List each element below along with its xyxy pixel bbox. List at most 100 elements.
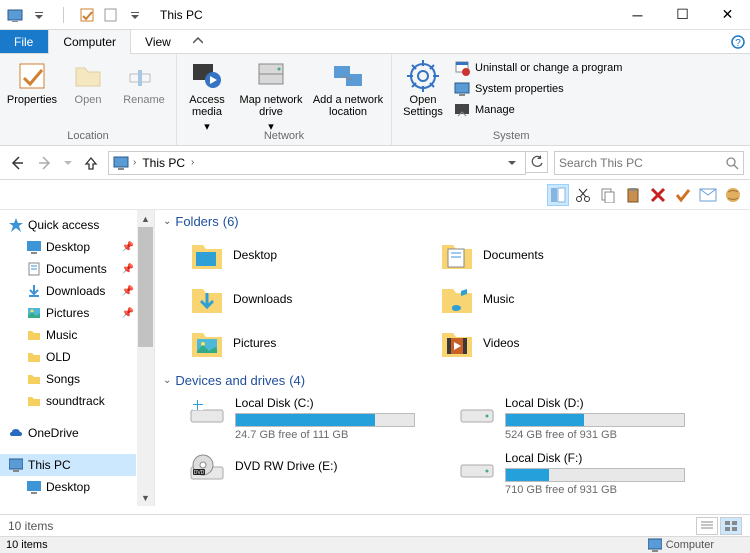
refresh-button[interactable] — [526, 151, 548, 173]
address-dropdown[interactable] — [503, 159, 521, 167]
music-folder-icon — [439, 281, 475, 317]
confirm-button[interactable] — [672, 184, 694, 206]
crumb-chevron-icon[interactable]: › — [133, 157, 136, 168]
nav-downloads[interactable]: Downloads📌 — [0, 280, 136, 302]
address-bar[interactable]: › This PC › — [108, 151, 526, 175]
tab-computer[interactable]: Computer — [48, 29, 131, 54]
minimize-button[interactable]: ─ — [615, 0, 660, 30]
search-box[interactable] — [554, 151, 744, 175]
nav-pictures[interactable]: Pictures📌 — [0, 302, 136, 324]
rename-button[interactable]: Rename — [118, 58, 170, 106]
maximize-button[interactable]: ☐ — [660, 0, 705, 30]
status-item-count: 10 items — [8, 519, 53, 533]
pin-icon: 📌 — [122, 242, 134, 253]
folders-section: ⌄Folders (6) Desktop Documents Downloads… — [163, 214, 742, 365]
nav-soundtrack[interactable]: soundtrack — [0, 390, 136, 412]
details-view-button[interactable] — [696, 517, 718, 535]
drive-icon — [459, 396, 495, 432]
nav-songs[interactable]: Songs — [0, 368, 136, 390]
paste-button[interactable] — [622, 184, 644, 206]
nav-this-pc[interactable]: This PC — [0, 454, 136, 476]
nav-documents[interactable]: Documents📌 — [0, 258, 136, 280]
folder-music[interactable]: Music — [413, 277, 663, 321]
delete-button[interactable] — [647, 184, 669, 206]
drive-e[interactable]: DVD DVD RW Drive (E:) — [163, 447, 433, 502]
scroll-up-icon[interactable]: ▲ — [137, 210, 154, 227]
nav-onedrive[interactable]: OneDrive — [0, 422, 136, 444]
pc-icon — [648, 538, 662, 552]
history-dropdown[interactable] — [62, 152, 74, 174]
desktop-icon — [26, 479, 42, 495]
access-media-button[interactable]: Access media ▾ — [183, 58, 231, 133]
uninstall-icon — [454, 60, 470, 76]
nav-quick-access[interactable]: Quick access — [0, 214, 136, 236]
manage-button[interactable]: Manage — [452, 100, 624, 120]
folder-videos[interactable]: Videos — [413, 321, 663, 365]
pc-icon — [113, 155, 129, 171]
bottom-bar: 10 items Computer — [0, 536, 750, 553]
uninstall-button[interactable]: Uninstall or change a program — [452, 58, 624, 78]
desktop-icon — [26, 239, 42, 255]
drive-f[interactable]: Local Disk (F:)710 GB free of 931 GB — [433, 447, 703, 502]
properties-button[interactable]: Properties — [6, 58, 58, 106]
scroll-down-icon[interactable]: ▼ — [137, 489, 154, 506]
close-button[interactable]: ✕ — [705, 0, 750, 30]
add-network-location-button[interactable]: Add a network location — [311, 58, 385, 133]
toolstrip-mail-button[interactable] — [697, 184, 719, 206]
breadcrumb-this-pc[interactable]: This PC — [140, 156, 187, 170]
toolstrip-layout-button[interactable] — [547, 184, 569, 206]
videos-folder-icon — [439, 325, 475, 361]
tab-file[interactable]: File — [0, 30, 48, 53]
content-pane: ⌄Folders (6) Desktop Documents Downloads… — [155, 210, 750, 506]
window-title: This PC — [150, 8, 203, 22]
nav-music[interactable]: Music — [0, 324, 136, 346]
ribbon-collapse-icon[interactable] — [186, 30, 210, 53]
pictures-folder-icon — [189, 325, 225, 361]
map-drive-label: Map network drive — [235, 94, 307, 118]
chevron-down-icon: ⌄ — [163, 216, 171, 227]
qat-properties-icon[interactable] — [76, 4, 98, 26]
qat-new-icon[interactable] — [100, 4, 122, 26]
drives-header[interactable]: ⌄Devices and drives (4) — [163, 373, 742, 388]
folder-desktop[interactable]: Desktop — [163, 233, 413, 277]
help-icon[interactable]: ? — [726, 30, 750, 53]
search-input[interactable] — [559, 156, 721, 170]
nav-scrollbar[interactable]: ▲ ▼ — [137, 210, 154, 506]
folder-downloads[interactable]: Downloads — [163, 277, 413, 321]
qat-separator — [52, 4, 74, 26]
back-button[interactable] — [6, 152, 28, 174]
open-label: Open — [75, 94, 102, 106]
title-bar: This PC ─ ☐ ✕ — [0, 0, 750, 30]
ribbon-group-system: Open Settings Uninstall or change a prog… — [392, 54, 630, 145]
folder-icon — [26, 327, 42, 343]
system-properties-button[interactable]: System properties — [452, 79, 624, 99]
folder-documents[interactable]: Documents — [413, 233, 663, 277]
cut-button[interactable] — [572, 184, 594, 206]
system-menu-icon[interactable] — [4, 4, 26, 26]
open-button[interactable]: Open — [62, 58, 114, 106]
qat-dropdown-icon[interactable] — [124, 4, 146, 26]
forward-button[interactable] — [34, 152, 56, 174]
nav-old[interactable]: OLD — [0, 346, 136, 368]
ribbon-tabs: File Computer View ? — [0, 30, 750, 54]
folders-header[interactable]: ⌄Folders (6) — [163, 214, 742, 229]
nav-desktop[interactable]: Desktop📌 — [0, 236, 136, 258]
drive-d[interactable]: Local Disk (D:)524 GB free of 931 GB — [433, 392, 703, 447]
folder-pictures[interactable]: Pictures — [163, 321, 413, 365]
qat-dropdown-icon[interactable] — [28, 4, 50, 26]
ribbon-group-label: Network — [177, 130, 391, 142]
nav-pc-desktop[interactable]: Desktop — [0, 476, 136, 498]
search-icon[interactable] — [725, 156, 739, 170]
toolstrip-globe-button[interactable] — [722, 184, 744, 206]
tiles-view-button[interactable] — [720, 517, 742, 535]
body: Quick access Desktop📌 Documents📌 Downloa… — [0, 210, 750, 506]
tab-view[interactable]: View — [131, 30, 186, 53]
copy-button[interactable] — [597, 184, 619, 206]
drive-c[interactable]: Local Disk (C:)24.7 GB free of 111 GB — [163, 392, 433, 447]
map-network-drive-button[interactable]: Map network drive ▾ — [235, 58, 307, 133]
scroll-thumb[interactable] — [138, 227, 153, 347]
open-settings-button[interactable]: Open Settings — [398, 58, 448, 120]
crumb-chevron-icon[interactable]: › — [191, 157, 194, 168]
capacity-bar — [235, 413, 415, 427]
up-button[interactable] — [80, 152, 102, 174]
